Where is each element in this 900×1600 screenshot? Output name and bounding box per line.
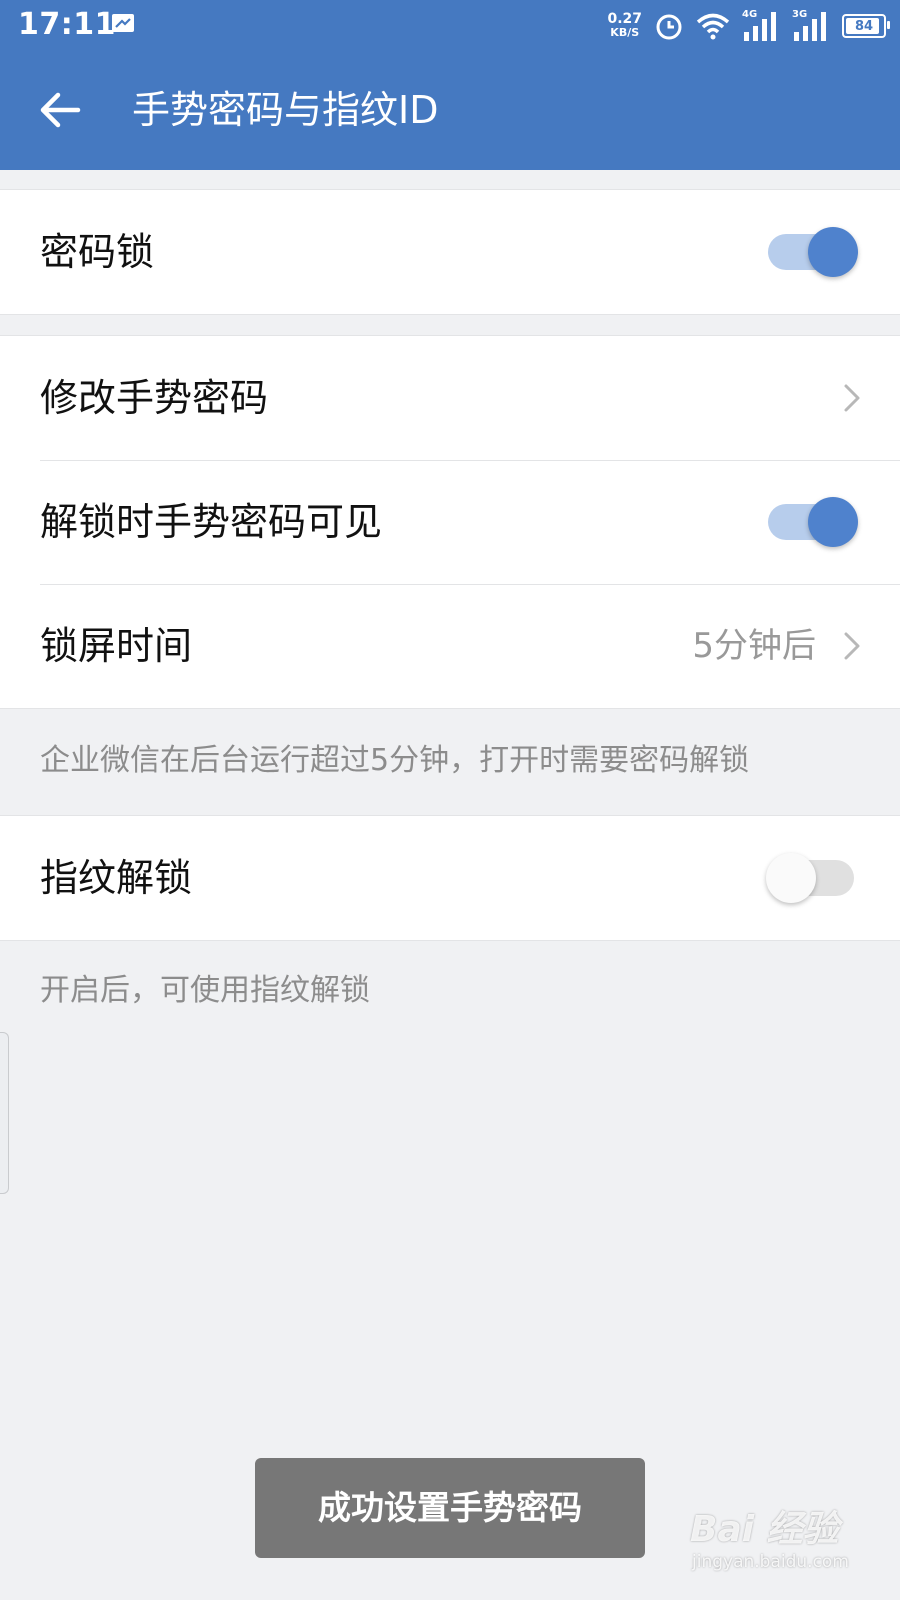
password-lock-label: 密码锁: [40, 230, 155, 274]
lock-time-label: 锁屏时间: [40, 624, 193, 668]
change-gesture-row[interactable]: 修改手势密码: [0, 336, 900, 460]
lock-time-row[interactable]: 锁屏时间 5分钟后: [0, 584, 900, 708]
status-bar: 17:11 0.27 KB/S 4G 3G 84: [0, 0, 900, 50]
watermark: Bai 经验 jingyan.baidu.com: [690, 1500, 849, 1572]
net-speed-unit: KB/S: [610, 26, 640, 39]
signal-3g: 3G: [792, 10, 830, 42]
edge-handle[interactable]: [0, 1032, 9, 1194]
battery-icon: 84: [842, 14, 890, 38]
password-lock-row[interactable]: 密码锁: [0, 190, 900, 314]
password-lock-switch[interactable]: [766, 226, 858, 278]
toast-message: 成功设置手势密码: [255, 1458, 645, 1558]
status-time: 17:11: [18, 7, 116, 42]
gesture-visible-row[interactable]: 解锁时手势密码可见: [0, 460, 900, 584]
signal-4g-icon: [744, 12, 776, 41]
switch-knob: [808, 227, 858, 277]
watermark-logo: Bai 经验: [690, 1509, 839, 1550]
password-lock-group: 密码锁: [0, 189, 900, 315]
status-icons: 0.27 KB/S 4G 3G 84: [607, 9, 890, 43]
fingerprint-note: 开启后，可使用指纹解锁: [40, 973, 370, 1008]
chevron-right-icon: [844, 384, 860, 412]
switch-knob: [808, 497, 858, 547]
fingerprint-switch[interactable]: [766, 852, 858, 904]
gesture-visible-label: 解锁时手势密码可见: [40, 500, 383, 544]
gesture-settings-group: 修改手势密码 解锁时手势密码可见 锁屏时间 5分钟后: [0, 335, 900, 709]
alarm-icon: [656, 14, 682, 40]
lock-time-value: 5分钟后: [692, 626, 816, 666]
page-title: 手势密码与指纹ID: [132, 88, 439, 132]
wifi-icon: [696, 13, 730, 40]
change-gesture-label: 修改手势密码: [40, 376, 269, 420]
message-icon: [112, 14, 134, 32]
fingerprint-group: 指纹解锁: [0, 815, 900, 941]
app-bar: 手势密码与指纹ID: [0, 50, 900, 170]
fingerprint-row[interactable]: 指纹解锁: [0, 816, 900, 940]
signal-3g-icon: [794, 12, 826, 41]
chevron-right-icon: [844, 632, 860, 660]
back-arrow-icon[interactable]: [36, 86, 84, 134]
net-speed-value: 0.27: [607, 11, 642, 27]
switch-knob: [766, 853, 816, 903]
lock-time-note: 企业微信在后台运行超过5分钟，打开时需要密码解锁: [40, 743, 750, 778]
battery-level: 84: [854, 18, 874, 34]
watermark-url: jingyan.baidu.com: [692, 1552, 849, 1572]
net-speed: 0.27 KB/S: [607, 12, 642, 40]
fingerprint-label: 指纹解锁: [40, 856, 193, 900]
signal-4g: 4G: [742, 10, 780, 42]
gesture-visible-switch[interactable]: [766, 496, 858, 548]
